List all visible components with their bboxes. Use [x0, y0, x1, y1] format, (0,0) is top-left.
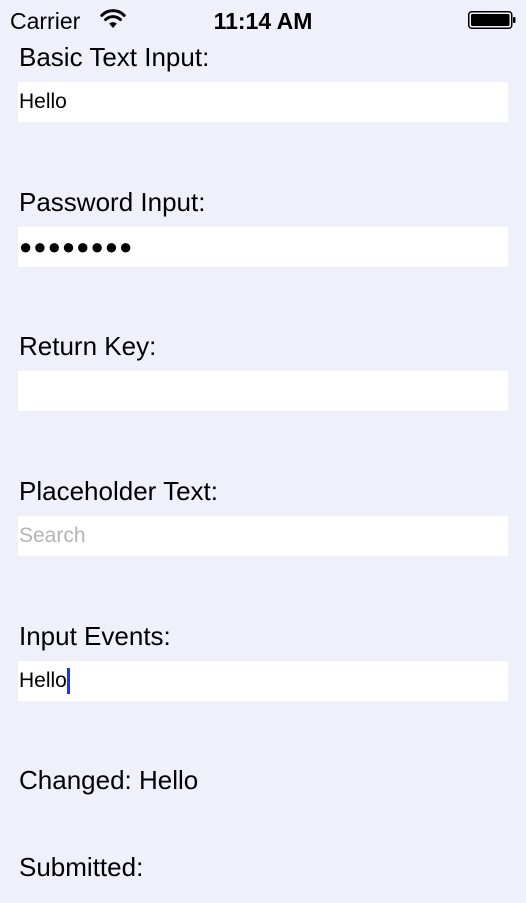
password-input-label: Password Input:: [19, 187, 206, 217]
submitted-status: Submitted:: [19, 851, 143, 883]
password-input[interactable]: ●●●●●●●●: [18, 227, 508, 267]
text-caret: [66, 668, 70, 694]
changed-value: Hello: [139, 765, 199, 795]
return-key-input[interactable]: [18, 371, 508, 411]
placeholder-input-label: Placeholder Text:: [19, 476, 218, 506]
submitted-label: Submitted:: [19, 852, 144, 882]
search-input[interactable]: [18, 516, 508, 556]
input-events-value: Hello: [19, 669, 67, 692]
status-time: 11:14 AM: [213, 8, 313, 34]
basic-text-input-value: Hello: [19, 90, 67, 113]
status-bar: Carrier 11:14 AM: [0, 0, 526, 40]
password-masked-value: ●●●●●●●●: [19, 234, 134, 259]
basic-text-input-label: Basic Text Input:: [19, 42, 210, 72]
basic-text-input[interactable]: Hello: [18, 82, 508, 122]
input-events-label: Input Events:: [19, 621, 171, 651]
battery-icon: [468, 11, 516, 29]
changed-status: Changed: Hello: [19, 764, 198, 796]
input-events-input[interactable]: Hello: [18, 661, 508, 701]
changed-label: Changed:: [19, 765, 132, 795]
return-key-input-label: Return Key:: [19, 331, 157, 361]
